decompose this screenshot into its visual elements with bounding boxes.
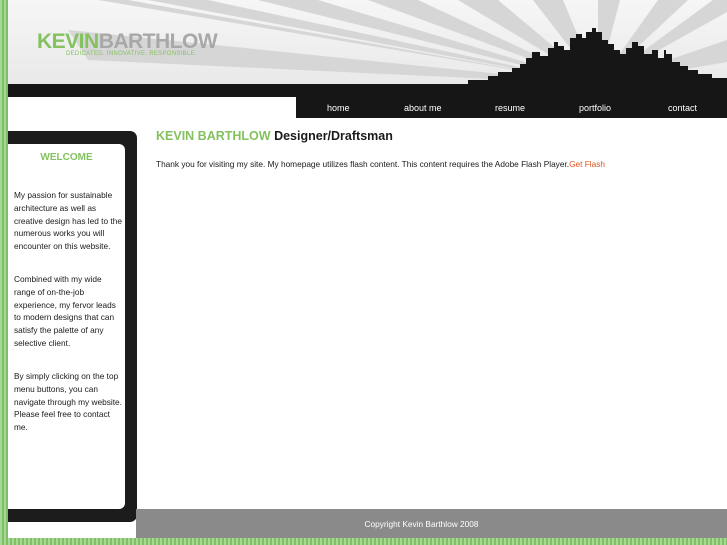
- logo-first-name: KEVIN: [37, 30, 99, 53]
- nav-portfolio[interactable]: portfolio: [579, 103, 611, 113]
- title-name: KEVIN BARTHLOW: [156, 129, 271, 143]
- header-bottom-bar: [8, 84, 727, 97]
- nav-home[interactable]: home: [327, 103, 350, 113]
- logo-last-name: BARTHLOW: [98, 30, 218, 53]
- page: KEVINBARTHLOW DEDICATED. INNOVATIVE. RES…: [8, 0, 727, 538]
- header: KEVINBARTHLOW DEDICATED. INNOVATIVE. RES…: [8, 0, 727, 84]
- sidebar-panel: WELCOME My passion for sustainable archi…: [8, 144, 125, 509]
- footer: Copyright Kevin Barthlow 2008: [136, 509, 727, 538]
- nav-about-me[interactable]: about me: [404, 103, 442, 113]
- nav-contact[interactable]: contact: [668, 103, 697, 113]
- intro-message: Thank you for visiting my site. My homep…: [156, 159, 570, 169]
- tagline: DEDICATED. INNOVATIVE. RESPONSIBLE.: [66, 51, 197, 57]
- site-logo[interactable]: KEVINBARTHLOW: [37, 30, 218, 53]
- sidebar-paragraph-3: By simply clicking on the top menu butto…: [14, 371, 122, 433]
- intro-text: Thank you for visiting my site. My homep…: [156, 159, 605, 169]
- welcome-sidebar: WELCOME My passion for sustainable archi…: [8, 131, 137, 522]
- top-navigation: home about me resume portfolio contact: [296, 97, 727, 118]
- nav-resume[interactable]: resume: [495, 103, 525, 113]
- sidebar-paragraph-2: Combined with my wide range of on-the-jo…: [14, 274, 116, 348]
- page-title: KEVIN BARTHLOW Designer/Draftsman: [156, 129, 393, 143]
- sidebar-heading: WELCOME: [40, 152, 93, 163]
- copyright-text: Copyright Kevin Barthlow 2008: [364, 519, 479, 529]
- title-role: Designer/Draftsman: [274, 129, 393, 143]
- sidebar-paragraph-1: My passion for sustainable architecture …: [14, 190, 122, 252]
- city-skyline-graphic: [468, 28, 727, 84]
- get-flash-link[interactable]: Get Flash: [569, 159, 605, 169]
